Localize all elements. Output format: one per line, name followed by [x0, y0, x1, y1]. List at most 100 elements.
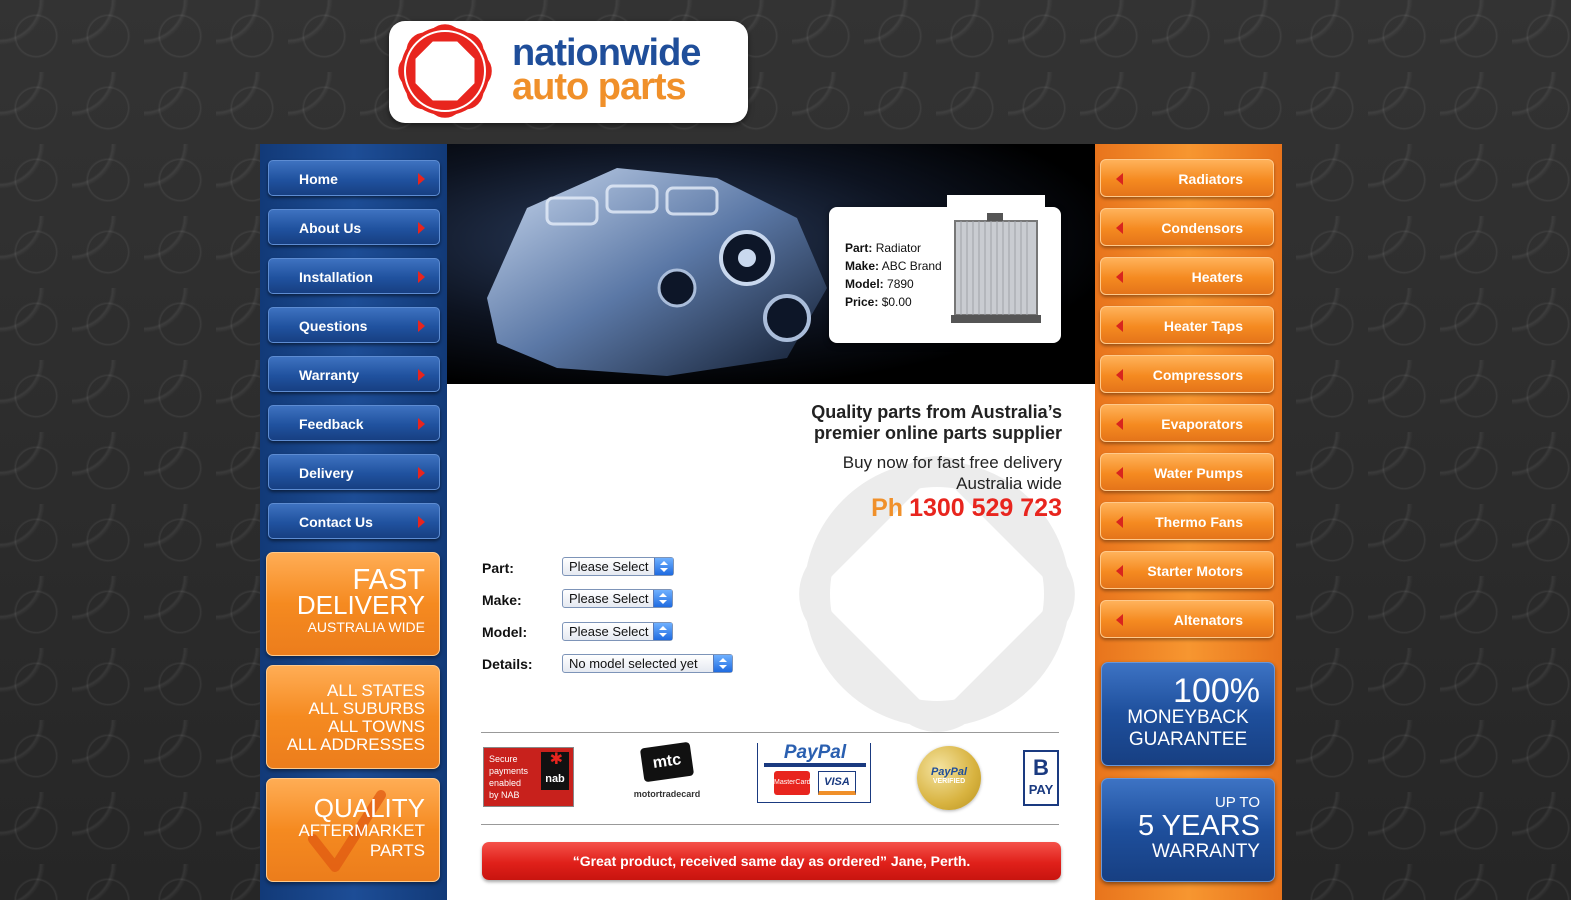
tagline-line: premier online parts supplier: [813, 423, 1062, 443]
bpay-text: PAY: [1028, 782, 1054, 797]
tagline-line: Buy now for fast free delivery: [842, 453, 1062, 472]
select-stepper-icon: [654, 558, 673, 575]
right-sidebar: Radiators Condensors Heaters Heater Taps…: [1095, 144, 1282, 900]
details-field-label: Details:: [482, 656, 533, 672]
quality-parts-promo: QUALITY AFTERMARKET PARTS: [266, 778, 440, 882]
details-select[interactable]: No model selected yet: [562, 654, 733, 673]
part-value: Radiator: [875, 241, 922, 255]
category-water-pumps-button[interactable]: Water Pumps: [1100, 453, 1274, 491]
testimonial-banner: “Great product, received same day as ord…: [482, 842, 1061, 880]
category-compressors-button[interactable]: Compressors: [1100, 355, 1274, 393]
tagline-line: Australia wide: [956, 474, 1062, 493]
coverage-promo: ALL STATES ALL SUBURBS ALL TOWNS ALL ADD…: [266, 665, 440, 769]
arrow-right-icon: [418, 222, 425, 234]
mtc-brand: mtc: [639, 741, 695, 783]
promo-line: DELIVERY: [296, 590, 425, 620]
nab-star-icon: ✱: [549, 751, 563, 768]
category-label: Condensors: [1161, 220, 1243, 236]
model-row: Model: 7890: [845, 277, 914, 291]
price-row: Price: $0.00: [845, 295, 912, 309]
promo-line: 5 YEARS: [1138, 810, 1260, 842]
price-label: Price:: [845, 295, 879, 309]
nav-about-us-button[interactable]: About Us: [268, 209, 440, 245]
part-field-label: Part:: [482, 560, 514, 576]
category-label: Thermo Fans: [1155, 514, 1243, 530]
nav-label: Delivery: [299, 465, 354, 481]
arrow-left-icon: [1116, 614, 1123, 626]
category-condensors-button[interactable]: Condensors: [1100, 208, 1274, 246]
category-label: Starter Motors: [1147, 563, 1243, 579]
arrow-right-icon: [418, 418, 425, 430]
visa-icon: VISA: [818, 771, 856, 795]
make-select-value: Please Select: [569, 591, 649, 606]
make-field-label: Make:: [482, 592, 522, 608]
promo-line: ALL ADDRESSES: [286, 735, 425, 754]
bpay-b-icon: B: [1033, 755, 1049, 780]
arrow-left-icon: [1116, 467, 1123, 479]
category-radiators-button[interactable]: Radiators: [1100, 159, 1274, 197]
category-altenators-button[interactable]: Altenators: [1100, 600, 1274, 638]
category-evaporators-button[interactable]: Evaporators: [1100, 404, 1274, 442]
logo-knot-icon: [398, 24, 492, 118]
engine-image: [487, 168, 827, 376]
promo-line: ALL TOWNS: [328, 717, 425, 736]
select-stepper-icon: [713, 655, 732, 672]
nav-label: Questions: [299, 318, 368, 334]
nav-label: Contact Us: [299, 514, 373, 530]
site-logo[interactable]: nationwide auto parts: [389, 21, 748, 123]
part-select-value: Please Select: [569, 559, 649, 574]
category-label: Heaters: [1191, 269, 1243, 285]
arrow-left-icon: [1116, 320, 1123, 332]
phone-number[interactable]: Ph 1300 529 723: [871, 494, 1062, 523]
nav-feedback-button[interactable]: Feedback: [268, 405, 440, 441]
category-label: Heater Taps: [1163, 318, 1243, 334]
promo-line: 100%: [1173, 672, 1260, 710]
fast-delivery-promo: FAST DELIVERY AUSTRALIA WIDE: [266, 552, 440, 656]
nab-secure-logo: Secure payments enabled by NAB nab ✱: [483, 747, 574, 807]
nav-questions-button[interactable]: Questions: [268, 307, 440, 343]
arrow-right-icon: [418, 467, 425, 479]
phone-prefix: Ph: [871, 494, 904, 522]
model-label: Model:: [845, 277, 884, 291]
nav-contact-us-button[interactable]: Contact Us: [268, 503, 440, 539]
category-starter-motors-button[interactable]: Starter Motors: [1100, 551, 1274, 589]
motortradecard-logo: mtc motortradecard: [625, 741, 709, 807]
radiator-image: [947, 195, 1045, 335]
category-label: Evaporators: [1161, 416, 1243, 432]
tagline-delivery: Buy now for fast free delivery Australia…: [843, 452, 1062, 494]
category-thermo-fans-button[interactable]: Thermo Fans: [1100, 502, 1274, 540]
paypal-brand: PayPal: [783, 742, 847, 763]
nav-label: Warranty: [299, 367, 360, 383]
select-stepper-icon: [653, 623, 672, 640]
mtc-text: motortradecard: [633, 789, 701, 799]
category-heater-taps-button[interactable]: Heater Taps: [1100, 306, 1274, 344]
category-label: Radiators: [1178, 171, 1243, 187]
arrow-left-icon: [1116, 222, 1123, 234]
nav-label: Home: [299, 171, 338, 187]
part-select[interactable]: Please Select: [562, 557, 674, 576]
nav-delivery-button[interactable]: Delivery: [268, 454, 440, 490]
phone-value: 1300 529 723: [909, 494, 1062, 522]
paypal-verified-text: VERIFIED: [932, 778, 966, 785]
hero-banner: Part: Radiator Make: ABC Brand Model: 78…: [447, 144, 1095, 384]
promo-line: ALL STATES: [327, 681, 425, 700]
featured-part-card[interactable]: Part: Radiator Make: ABC Brand Model: 78…: [829, 195, 1061, 343]
nav-warranty-button[interactable]: Warranty: [268, 356, 440, 392]
arrow-right-icon: [418, 516, 425, 528]
nav-home-button[interactable]: Home: [268, 160, 440, 196]
nab-text: by NAB: [489, 790, 520, 800]
promo-line: UP TO: [1214, 794, 1260, 811]
main-content: Part: Radiator Make: ABC Brand Model: 78…: [447, 144, 1095, 900]
promo-line: PARTS: [369, 841, 425, 860]
arrow-right-icon: [418, 173, 425, 185]
nav-installation-button[interactable]: Installation: [268, 258, 440, 294]
category-heaters-button[interactable]: Heaters: [1100, 257, 1274, 295]
paypal-cards-logo: PayPal MasterCard VISA: [757, 743, 871, 803]
paypal-verified-brand: PayPal: [930, 766, 968, 778]
model-select[interactable]: Please Select: [562, 622, 673, 641]
paypal-verified-badge: PayPal VERIFIED: [917, 746, 981, 810]
arrow-right-icon: [418, 271, 425, 283]
make-value: ABC Brand: [881, 259, 942, 273]
make-select[interactable]: Please Select: [562, 589, 673, 608]
arrow-right-icon: [418, 369, 425, 381]
